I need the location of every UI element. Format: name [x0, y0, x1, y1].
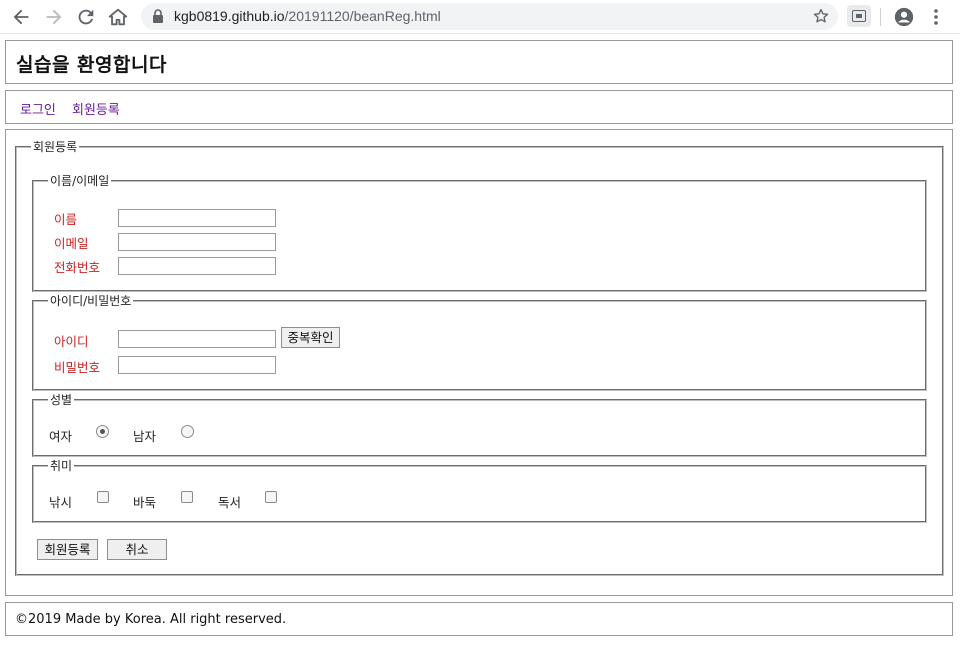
- address-bar[interactable]: kgb0819.github.io/20191120/beanReg.html: [141, 3, 838, 30]
- duplicate-check-button[interactable]: 중복확인: [281, 327, 340, 348]
- home-icon[interactable]: [107, 6, 129, 28]
- phone-label: 전화번호: [54, 260, 101, 275]
- submit-register-button[interactable]: 회원등록: [37, 539, 98, 560]
- forward-icon[interactable]: [43, 6, 65, 28]
- browser-toolbar: kgb0819.github.io/20191120/beanReg.html: [0, 0, 960, 34]
- gender-legend: 성별: [48, 392, 75, 408]
- url-host: kgb0819.github.io: [174, 8, 285, 24]
- login-link[interactable]: 로그인: [20, 99, 56, 118]
- toolbar-divider: [880, 8, 881, 26]
- extension-icon[interactable]: [847, 5, 871, 27]
- id-input[interactable]: [118, 330, 276, 348]
- reading-checkbox[interactable]: [265, 491, 277, 503]
- female-radio[interactable]: [96, 425, 109, 438]
- name-email-fieldset: 이름/이메일 이름 이메일 전화번호: [32, 173, 927, 292]
- id-label: 아이디: [54, 334, 89, 349]
- gender-fieldset: 성별 여자 남자: [32, 392, 927, 457]
- header: 실습을 환영합니다: [5, 40, 953, 84]
- url-text: kgb0819.github.io/20191120/beanReg.html: [174, 8, 441, 25]
- back-icon[interactable]: [10, 6, 32, 28]
- phone-input[interactable]: [118, 257, 276, 275]
- male-label: 남자: [133, 429, 157, 444]
- profile-avatar-icon[interactable]: [893, 6, 915, 28]
- fishing-label: 낚시: [49, 495, 73, 510]
- male-radio[interactable]: [181, 425, 194, 438]
- id-password-fieldset: 아이디/비밀번호 아이디 중복확인 비밀번호: [32, 293, 927, 391]
- email-input[interactable]: [118, 233, 276, 251]
- page-title: 실습을 환영합니다: [16, 54, 167, 76]
- fishing-checkbox[interactable]: [97, 491, 109, 503]
- footer: ©2019 Made by Korea. All right reserved.: [5, 602, 953, 636]
- url-path: /20191120/beanReg.html: [284, 8, 441, 24]
- reload-icon[interactable]: [75, 6, 97, 28]
- name-email-legend: 이름/이메일: [48, 173, 112, 189]
- bookmark-star-icon[interactable]: [812, 7, 830, 25]
- nav-bar: 로그인 회원등록: [5, 90, 953, 124]
- password-label: 비밀번호: [54, 360, 101, 375]
- name-label: 이름: [54, 212, 78, 227]
- hobby-fieldset: 취미 낚시 바둑 독서: [32, 458, 927, 523]
- register-fieldset: 회원등록 이름/이메일 이름 이메일 전화번호 아이디/비밀번호 아이디 중복확…: [15, 139, 944, 576]
- footer-copyright: ©2019 Made by Korea. All right reserved.: [15, 612, 287, 627]
- female-label: 여자: [49, 429, 73, 444]
- baduk-checkbox[interactable]: [181, 491, 193, 503]
- id-password-legend: 아이디/비밀번호: [48, 293, 134, 309]
- baduk-label: 바둑: [133, 495, 157, 510]
- register-legend: 회원등록: [31, 139, 80, 155]
- main-section: 회원등록 이름/이메일 이름 이메일 전화번호 아이디/비밀번호 아이디 중복확…: [5, 129, 953, 596]
- kebab-menu-icon[interactable]: [930, 7, 942, 27]
- hobby-legend: 취미: [48, 458, 75, 474]
- lock-icon: [153, 9, 163, 23]
- name-input[interactable]: [118, 209, 276, 227]
- reading-label: 독서: [218, 495, 242, 510]
- register-link[interactable]: 회원등록: [72, 99, 120, 118]
- cancel-button[interactable]: 취소: [107, 539, 167, 560]
- email-label: 이메일: [54, 236, 89, 251]
- password-input[interactable]: [118, 356, 276, 374]
